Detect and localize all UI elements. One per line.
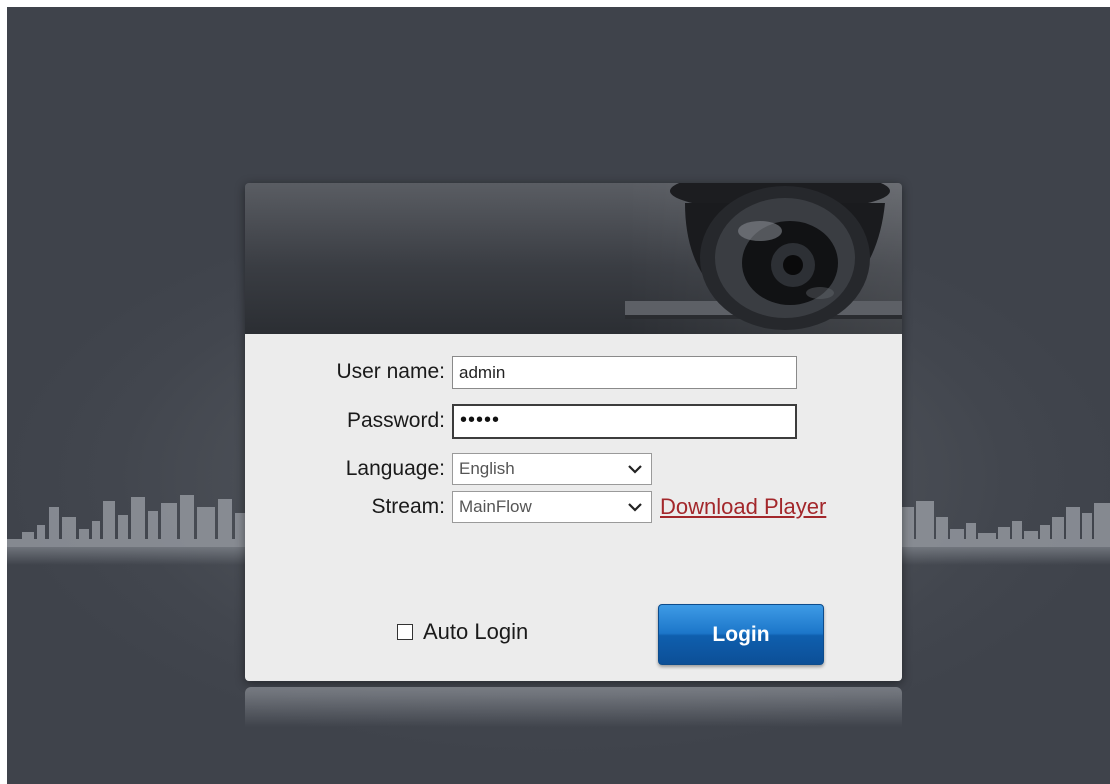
city-skyline-right (902, 501, 1110, 547)
language-value: English (459, 459, 515, 478)
city-skyline-left (7, 495, 252, 547)
dome-camera-icon (625, 183, 902, 330)
download-player-link[interactable]: Download Player (660, 494, 826, 520)
username-label: User name: (336, 360, 445, 383)
auto-login-label: Auto Login (423, 619, 529, 644)
login-button[interactable]: Login (658, 604, 824, 665)
chevron-down-icon (628, 465, 642, 474)
banner-header (245, 183, 902, 334)
language-label: Language: (345, 457, 445, 480)
username-label-box: User name: (245, 356, 445, 388)
stream-label: Stream: (371, 495, 445, 518)
stream-select[interactable]: MainFlow (452, 491, 652, 523)
auto-login-checkbox[interactable] (397, 624, 413, 640)
stream-label-box: Stream: (245, 491, 445, 523)
password-mask: ••••• (460, 409, 501, 431)
login-panel: User name: Password: ••••• Language: Eng… (245, 183, 902, 681)
chevron-down-icon (628, 503, 642, 512)
language-label-box: Language: (245, 453, 445, 485)
login-form: User name: Password: ••••• Language: Eng… (245, 334, 902, 681)
username-input[interactable] (452, 356, 797, 389)
login-page-background: User name: Password: ••••• Language: Eng… (7, 7, 1110, 784)
language-select[interactable]: English (452, 453, 652, 485)
auto-login-option[interactable]: Auto Login (397, 619, 528, 645)
password-input[interactable]: ••••• (452, 404, 797, 439)
stream-value: MainFlow (459, 497, 532, 516)
password-label-box: Password: (245, 405, 445, 437)
password-label: Password: (346, 409, 445, 432)
panel-reflection (245, 687, 902, 727)
